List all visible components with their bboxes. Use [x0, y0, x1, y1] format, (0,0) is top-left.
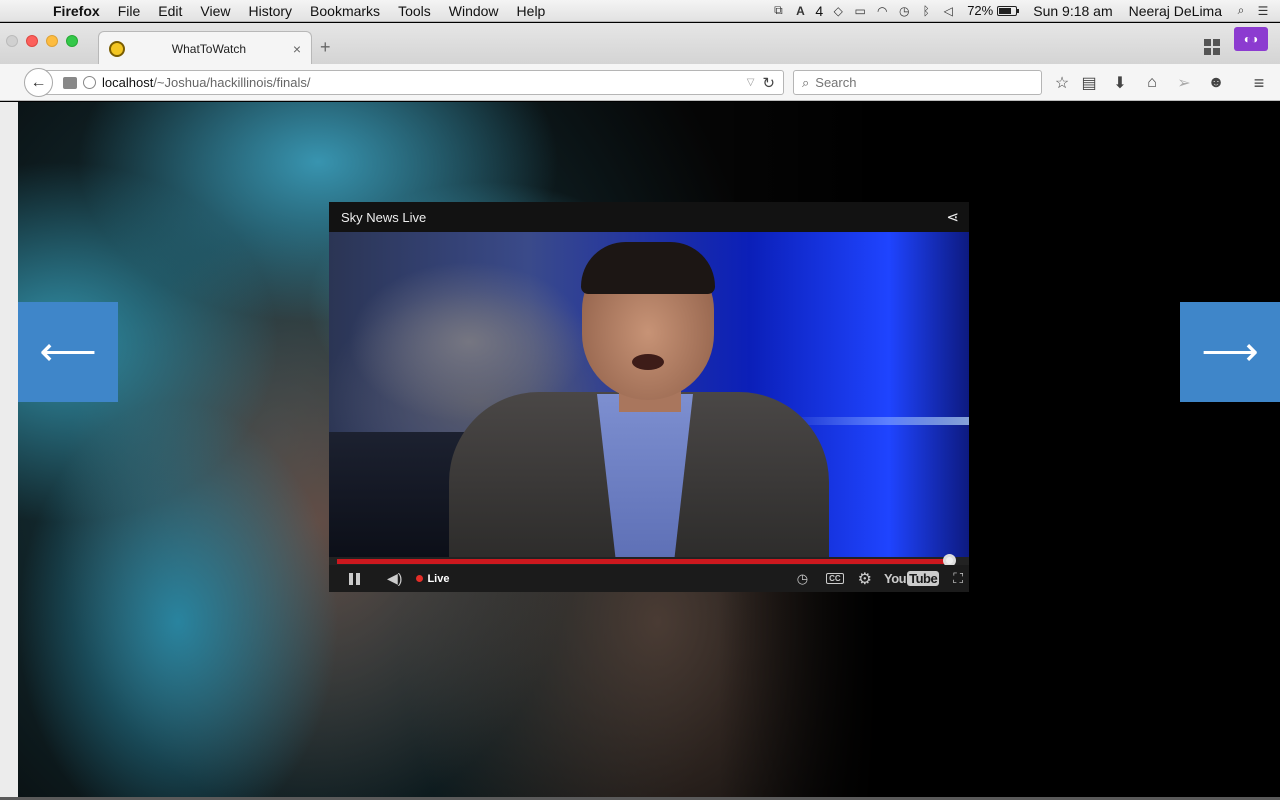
- player-controls: ◀) Live ◷ CC ⚙ You Tube ⛶: [329, 565, 969, 592]
- cc-icon: CC: [826, 573, 844, 584]
- background-window-button: [6, 35, 18, 47]
- menu-app-name[interactable]: Firefox: [44, 3, 109, 19]
- wifi-icon[interactable]: ◠: [871, 0, 893, 22]
- share-icon[interactable]: ⋖: [946, 208, 959, 226]
- url-host: localhost: [102, 75, 154, 90]
- bookmark-star-icon[interactable]: ☆: [1051, 72, 1073, 94]
- video-frame[interactable]: [329, 232, 969, 557]
- captions-button[interactable]: CC: [826, 573, 844, 584]
- battery-icon[interactable]: [997, 5, 1020, 16]
- url-bar[interactable]: localhost/~Joshua/hackillinois/finals/ ▽…: [40, 70, 784, 95]
- live-indicator[interactable]: Live: [416, 573, 449, 585]
- site-favicon-icon: [109, 40, 125, 57]
- menu-view[interactable]: View: [191, 3, 239, 19]
- previous-button[interactable]: ⟵: [18, 302, 118, 402]
- reading-list-icon[interactable]: ▤: [1078, 72, 1100, 94]
- youtube-logo[interactable]: You Tube: [884, 571, 940, 586]
- menu-window[interactable]: Window: [440, 3, 508, 19]
- back-button[interactable]: ←: [24, 68, 53, 97]
- pause-icon: [349, 572, 361, 585]
- fullscreen-icon[interactable]: ⛶: [953, 570, 963, 587]
- url-history-dropdown-icon[interactable]: ▽: [747, 77, 755, 88]
- spotlight-icon[interactable]: ⌕: [1230, 0, 1252, 22]
- search-icon: ⌕: [802, 74, 810, 90]
- search-bar[interactable]: ⌕: [793, 70, 1042, 95]
- menu-tools[interactable]: Tools: [389, 3, 440, 19]
- adobe-icon[interactable]: A: [789, 0, 811, 22]
- dropbox-icon[interactable]: ◇: [827, 0, 849, 22]
- live-label: Live: [427, 572, 450, 585]
- notification-center-icon[interactable]: ☰: [1252, 0, 1274, 22]
- page-identity-icon[interactable]: [63, 76, 77, 89]
- presenter-hair: [581, 242, 715, 294]
- dictation-icon[interactable]: ⧉: [767, 0, 789, 22]
- pause-button[interactable]: [349, 572, 361, 585]
- zoom-window-button[interactable]: [66, 35, 78, 47]
- progress-bar[interactable]: [329, 554, 969, 567]
- menu-file[interactable]: File: [109, 3, 150, 19]
- airplay-icon[interactable]: ▭: [849, 0, 871, 22]
- home-icon[interactable]: ⌂: [1141, 72, 1163, 94]
- new-tab-button[interactable]: +: [320, 37, 331, 58]
- back-arrow-icon: ←: [30, 73, 47, 91]
- right-arrow-icon: ⟶: [1201, 330, 1259, 374]
- menu-bookmarks[interactable]: Bookmarks: [301, 3, 389, 19]
- video-player[interactable]: Sky News Live ⋖ ◀) Live ◷ CC ⚙ You Tube …: [329, 202, 969, 592]
- video-title-bar: Sky News Live ⋖: [329, 202, 969, 232]
- tab-title: WhatToWatch: [171, 41, 247, 56]
- live-dot-icon: [416, 575, 424, 582]
- search-input[interactable]: [815, 75, 1016, 90]
- video-title[interactable]: Sky News Live: [341, 210, 426, 225]
- hamburger-menu-icon[interactable]: ≡: [1248, 72, 1270, 94]
- progress-fill: [337, 559, 949, 564]
- bluetooth-icon[interactable]: ᛒ: [915, 0, 937, 22]
- volume-icon[interactable]: ◁: [937, 0, 959, 22]
- downloads-icon[interactable]: ⬇: [1109, 72, 1131, 94]
- window-left-edge: [0, 102, 18, 800]
- settings-gear-icon[interactable]: ⚙: [858, 569, 872, 589]
- watch-later-icon[interactable]: ◷: [797, 571, 808, 587]
- battery-percent: 72%: [967, 3, 994, 18]
- volume-button[interactable]: ◀): [387, 570, 402, 587]
- globe-icon[interactable]: [83, 76, 96, 89]
- user-name[interactable]: Neeraj DeLima: [1121, 3, 1230, 19]
- clock[interactable]: Sun 9:18 am: [1017, 3, 1120, 19]
- reload-icon[interactable]: ↻: [762, 74, 775, 92]
- menu-bar: Firefox File Edit View History Bookmarks…: [0, 0, 1280, 22]
- youtube-logo-you: You: [884, 571, 907, 586]
- youtube-logo-tube: Tube: [907, 571, 940, 586]
- menu-history[interactable]: History: [239, 3, 301, 19]
- next-button[interactable]: ⟶: [1180, 302, 1280, 402]
- web-page: ⟵ ⟶ Sky News Live ⋖ ◀) Live ◷ CC ⚙ You T…: [18, 102, 1280, 797]
- hello-chat-icon[interactable]: ☻: [1205, 72, 1227, 94]
- adobe-count: 4: [815, 2, 824, 19]
- tab-close-icon[interactable]: ×: [293, 41, 301, 57]
- private-browsing-mask-icon[interactable]: ◐◑: [1234, 27, 1268, 51]
- menu-edit[interactable]: Edit: [149, 3, 191, 19]
- presenter-mouth: [632, 354, 664, 370]
- time-machine-icon[interactable]: ◷: [893, 0, 915, 22]
- url-path: /~Joshua/hackillinois/finals/: [153, 75, 311, 90]
- tab-whattowatch[interactable]: WhatToWatch ×: [98, 31, 312, 65]
- close-window-button[interactable]: [26, 35, 38, 47]
- minimize-window-button[interactable]: [46, 35, 58, 47]
- send-icon[interactable]: ➢: [1173, 72, 1195, 94]
- navigation-bar: localhost/~Joshua/hackillinois/finals/ ▽…: [0, 64, 1280, 101]
- left-arrow-icon: ⟵: [39, 330, 97, 374]
- menu-help[interactable]: Help: [508, 3, 555, 19]
- tab-strip: WhatToWatch × + ◐◑: [0, 23, 1280, 65]
- tab-groups-icon[interactable]: [1204, 39, 1220, 55]
